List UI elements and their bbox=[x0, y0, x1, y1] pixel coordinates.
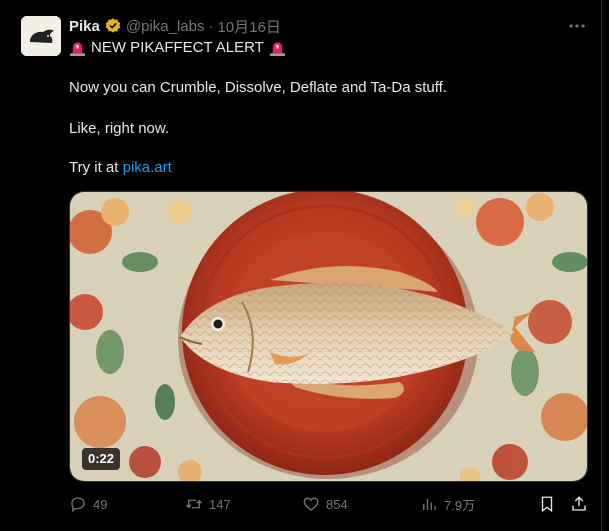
tweet-header: Pika @pika_labs · 10月16日 bbox=[69, 16, 281, 36]
like-count: 854 bbox=[326, 496, 348, 512]
video-duration-badge: 0:22 bbox=[82, 448, 121, 470]
heart-icon bbox=[303, 497, 319, 511]
author-name[interactable]: Pika bbox=[69, 18, 100, 35]
avatar[interactable] bbox=[21, 16, 61, 56]
tweet-line-1: Now you can Crumble, Dissolve, Deflate a… bbox=[69, 79, 447, 96]
like-button[interactable]: 854 bbox=[302, 494, 348, 514]
tweet-line-3: Try it at pika.art bbox=[69, 158, 172, 178]
verified-badge-icon[interactable] bbox=[104, 17, 122, 35]
try-it-text: Try it at bbox=[69, 159, 123, 176]
video-player[interactable] bbox=[69, 191, 588, 482]
repost-icon bbox=[185, 499, 203, 509]
more-dots-icon bbox=[569, 24, 585, 28]
siren-emoji-icon bbox=[269, 41, 285, 56]
action-bar: 49 147 854 7.9万 bbox=[69, 494, 591, 514]
views-count: 7.9万 bbox=[444, 497, 476, 513]
video-thumbnail bbox=[70, 192, 587, 481]
reply-button[interactable]: 49 bbox=[69, 494, 107, 514]
tweet-card[interactable]: Pika @pika_labs · 10月16日 NEW PIKAFFECT A… bbox=[0, 0, 602, 531]
pika-link[interactable]: pika.art bbox=[123, 159, 172, 176]
alert-text: NEW PIKAFFECT ALERT bbox=[91, 39, 264, 56]
tweet-line-2: Like, right now. bbox=[69, 120, 170, 137]
reply-count: 49 bbox=[93, 496, 108, 512]
siren-emoji-icon bbox=[69, 41, 86, 56]
share-icon bbox=[572, 496, 586, 511]
bookmark-icon bbox=[541, 496, 553, 513]
more-options-button[interactable] bbox=[566, 16, 588, 36]
alert-line: NEW PIKAFFECT ALERT bbox=[69, 38, 291, 58]
tweet-date[interactable]: 10月16日 bbox=[217, 16, 280, 37]
repost-count: 147 bbox=[209, 496, 231, 512]
pika-logo-icon bbox=[21, 16, 61, 56]
author-handle[interactable]: @pika_labs bbox=[126, 18, 205, 35]
repost-button[interactable]: 147 bbox=[185, 494, 231, 514]
views-button[interactable]: 7.9万 bbox=[420, 494, 475, 514]
reply-icon bbox=[71, 497, 85, 513]
share-button[interactable] bbox=[570, 494, 594, 514]
analytics-icon bbox=[423, 498, 436, 510]
bookmark-button[interactable] bbox=[538, 494, 562, 514]
separator: · bbox=[208, 17, 214, 35]
